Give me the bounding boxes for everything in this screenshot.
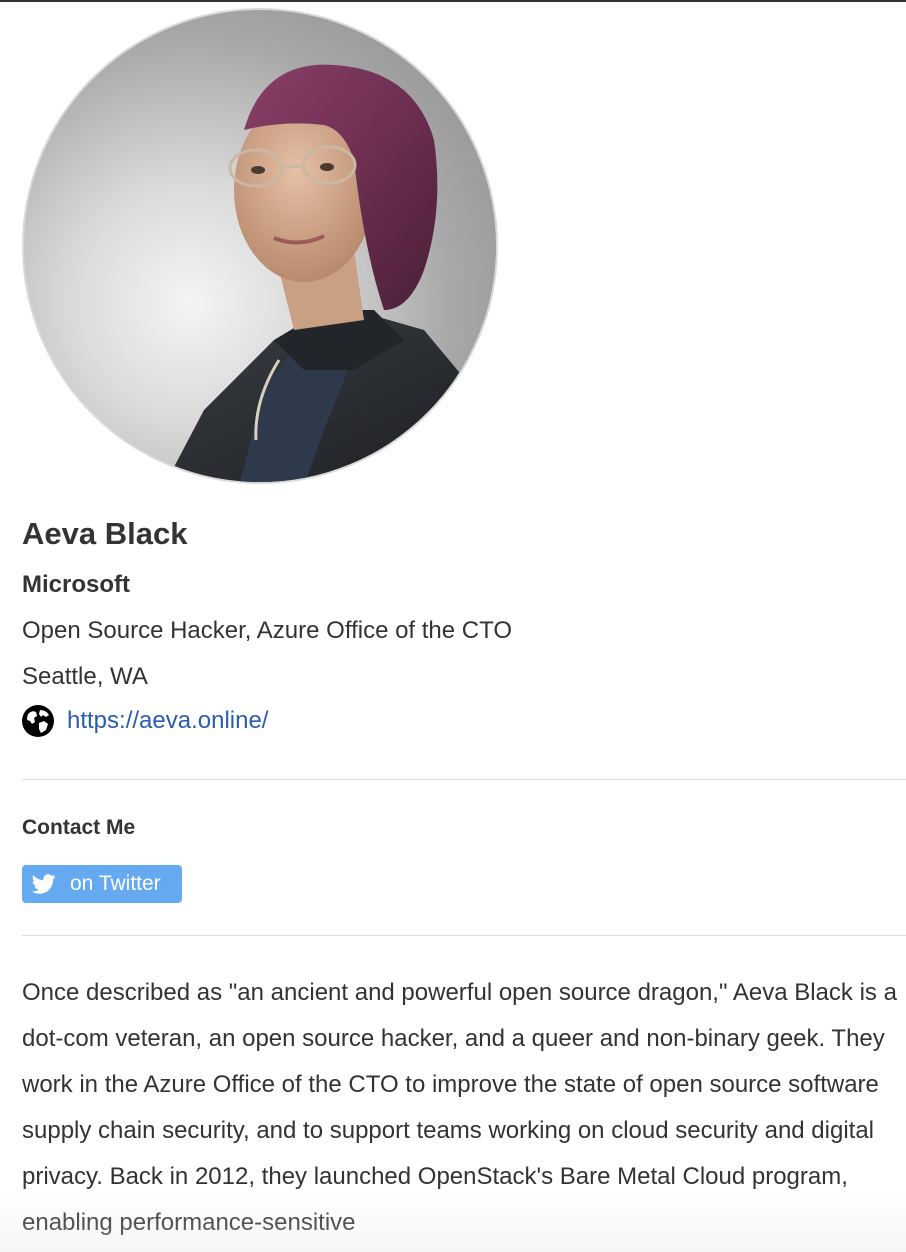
website-link[interactable]: https://aeva.online/ — [67, 707, 268, 735]
profile-location: Seattle, WA — [22, 663, 148, 690]
profile-name: Aeva Black — [22, 516, 188, 551]
avatar — [22, 8, 498, 484]
twitter-button-label: on Twitter — [70, 872, 161, 895]
bio-text: Once described as "an ancient and powerf… — [22, 979, 897, 1236]
profile-company: Microsoft — [22, 571, 130, 598]
twitter-bird-icon — [32, 874, 56, 894]
top-border — [0, 0, 906, 2]
twitter-button[interactable]: on Twitter — [22, 865, 182, 903]
divider — [22, 935, 906, 936]
contact-heading: Contact Me — [22, 816, 136, 839]
profile-title: Open Source Hacker, Azure Office of the … — [22, 617, 513, 644]
website-row: https://aeva.online/ — [22, 705, 268, 737]
divider — [22, 779, 906, 780]
globe-icon — [22, 705, 54, 737]
avatar-portrait — [166, 64, 496, 482]
